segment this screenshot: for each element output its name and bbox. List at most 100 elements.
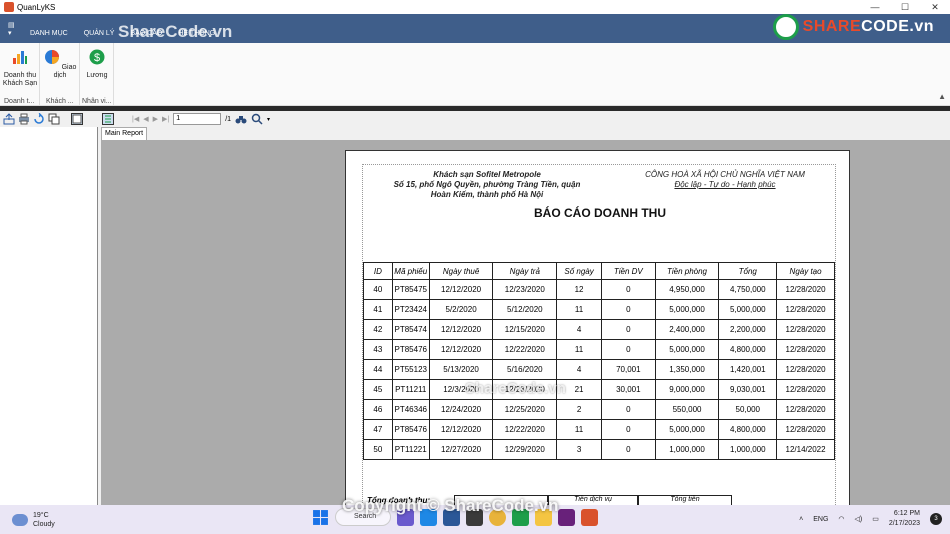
hotel-address: Số 15, phố Ngô Quyền, phường Tràng Tiền,… [393, 180, 581, 199]
bottom-watermark: Copyright © ShareCode.vn [342, 496, 559, 515]
file-menu-tab[interactable]: ▤ ▾ [0, 21, 22, 43]
report-page: Khách sạn Sofitel Metropole Số 15, phố N… [345, 150, 850, 511]
col-ma-phieu: Mã phiếu [391, 262, 430, 280]
luong-button[interactable]: $ Lương [80, 49, 114, 80]
table-cell: 50,000 [718, 399, 778, 420]
col-so-ngay: Số ngày [556, 262, 602, 280]
table-cell: 12/14/2022 [776, 439, 835, 460]
giao-dich-button[interactable]: Giao dịch [42, 49, 78, 80]
table-cell: PT55123 [391, 359, 430, 380]
table-cell: 12/12/2020 [428, 279, 494, 300]
table-cell: PT23424 [391, 299, 430, 320]
table-cell: 5,000,000 [654, 419, 720, 440]
minimize-button[interactable]: — [860, 2, 890, 13]
table-cell: 12/22/2020 [492, 419, 558, 440]
volume-icon[interactable]: ◁) [855, 515, 863, 523]
table-cell: 5/12/2020 [492, 299, 558, 320]
language-indicator[interactable]: ENG [813, 516, 828, 523]
table-cell: 46 [363, 399, 393, 420]
table-cell: 44 [363, 359, 393, 380]
doanh-thu-button[interactable]: Doanh thu Khách Sạn [2, 49, 38, 88]
tab-main-report[interactable]: Main Report [101, 127, 148, 140]
table-cell: 1,000,000 [718, 439, 778, 460]
clock-date: 2/17/2023 [888, 520, 920, 527]
refresh-icon[interactable] [33, 113, 45, 125]
table-cell: 12/28/2020 [776, 399, 835, 420]
table-cell: 12/15/2020 [492, 319, 558, 340]
table-cell: PT46346 [391, 399, 430, 420]
window-title: QuanLyKS [17, 2, 56, 12]
report-title: BÁO CÁO DOANH THU [534, 206, 666, 220]
maximize-button[interactable]: ☐ [890, 2, 920, 13]
close-button[interactable]: ✕ [920, 2, 950, 13]
table-cell: 5,000,000 [654, 299, 720, 320]
top-watermark: ShareCode.vn [118, 22, 233, 41]
windows-start-icon[interactable] [312, 509, 329, 526]
table-cell: 5,000,000 [718, 299, 778, 320]
col-tien-phong: Tiền phòng [654, 262, 720, 280]
quanlyks-app-icon[interactable] [581, 508, 598, 526]
viewer-toolbar: |◀ ◀ ▶ ▶| 1 /1 ▾ [98, 111, 950, 127]
revenue-table: ID Mã phiếu Ngày thuê Ngày trả Số ngày T… [363, 262, 835, 460]
ribbon-group-nhan-vien: $ Lương Nhân vi... [80, 43, 114, 106]
table-cell: 4,800,000 [718, 339, 778, 360]
table-cell: 550,000 [654, 399, 720, 420]
luong-label: Lương [86, 72, 108, 79]
table-cell: 45 [363, 379, 393, 400]
table-cell: PT11221 [391, 439, 430, 460]
table-row: 44 PT55123 5/13/2020 5/16/2020 4 70,001 1,350,… [363, 359, 835, 380]
title-bar: QuanLyKS — ☐ ✕ [0, 0, 950, 14]
notification-badge[interactable]: 3 [930, 513, 942, 525]
collapse-ribbon-icon[interactable]: ▲ [938, 92, 946, 101]
table-cell: 9,030,001 [718, 379, 778, 400]
brand-logo: SHARECODE.vn [772, 14, 934, 40]
table-row: 50 PT11221 12/27/2020 12/29/2020 3 0 1,000,000… [363, 439, 835, 460]
page-number-input[interactable]: 1 [173, 113, 222, 125]
table-cell: 1,000,000 [654, 439, 720, 460]
tab-danh-muc[interactable]: DANH MỤC [22, 30, 76, 43]
table-cell: 4,950,000 [654, 279, 720, 300]
print-icon[interactable] [18, 113, 30, 125]
window-controls: — ☐ ✕ [860, 2, 950, 13]
first-page-icon[interactable]: |◀ [132, 115, 139, 123]
last-page-icon[interactable]: ▶| [162, 115, 169, 123]
weather-widget[interactable]: 19°C Cloudy [12, 511, 55, 529]
table-cell: 4 [556, 319, 602, 340]
report-body: Khách sạn Sofitel Metropole Số 15, phố N… [362, 164, 836, 511]
zoom-dropdown-icon[interactable]: ▾ [267, 116, 270, 123]
table-cell: 12/25/2020 [492, 399, 558, 420]
table-cell: 2,200,000 [718, 319, 778, 340]
toggle-tree-icon[interactable] [71, 113, 83, 125]
table-cell: 0 [600, 279, 656, 300]
table-cell: 12/28/2020 [776, 299, 835, 320]
col-tien-dv: Tiền DV [600, 262, 656, 280]
table-cell: 11 [556, 419, 602, 440]
battery-icon[interactable]: ▭ [872, 515, 879, 523]
export-icon[interactable] [3, 113, 15, 125]
next-page-icon[interactable]: ▶ [153, 115, 158, 123]
nation-motto: Độc lập - Tự do - Hạnh phúc [674, 180, 776, 189]
clock[interactable]: 6:12 PM 2/17/2023 [889, 509, 920, 529]
prev-page-icon[interactable]: ◀ [143, 115, 148, 123]
zoom-icon[interactable] [251, 113, 263, 125]
ribbon-group-doanh-thu: Doanh thu Khách Sạn Doanh t... [0, 43, 40, 106]
nation-header: CÔNG HOÀ XÃ HỘI CHỦ NGHĨA VIỆT NAM Độc l… [625, 170, 825, 190]
wifi-icon[interactable]: ◠ [838, 515, 844, 523]
table-cell: 12/27/2020 [428, 439, 494, 460]
table-cell: 12/12/2020 [428, 339, 494, 360]
table-cell: 12/28/2020 [776, 339, 835, 360]
clock-time: 6:12 PM [893, 510, 920, 517]
binoculars-icon[interactable] [235, 113, 247, 125]
group-label-nhan-vien: Nhân vi... [82, 98, 112, 105]
copy-icon[interactable] [48, 113, 60, 125]
temperature: 19°C [33, 511, 49, 519]
chevron-up-icon[interactable]: ˄ [799, 516, 803, 523]
toggle-param-icon[interactable] [102, 113, 114, 125]
table-cell: 47 [363, 419, 393, 440]
table-cell: 40 [363, 279, 393, 300]
visual-studio-icon[interactable] [558, 508, 575, 526]
table-cell: 41 [363, 299, 393, 320]
group-tree-panel[interactable] [0, 111, 98, 505]
app-icon [4, 2, 14, 12]
tab-quan-ly[interactable]: QUẢN LÝ [76, 30, 123, 43]
